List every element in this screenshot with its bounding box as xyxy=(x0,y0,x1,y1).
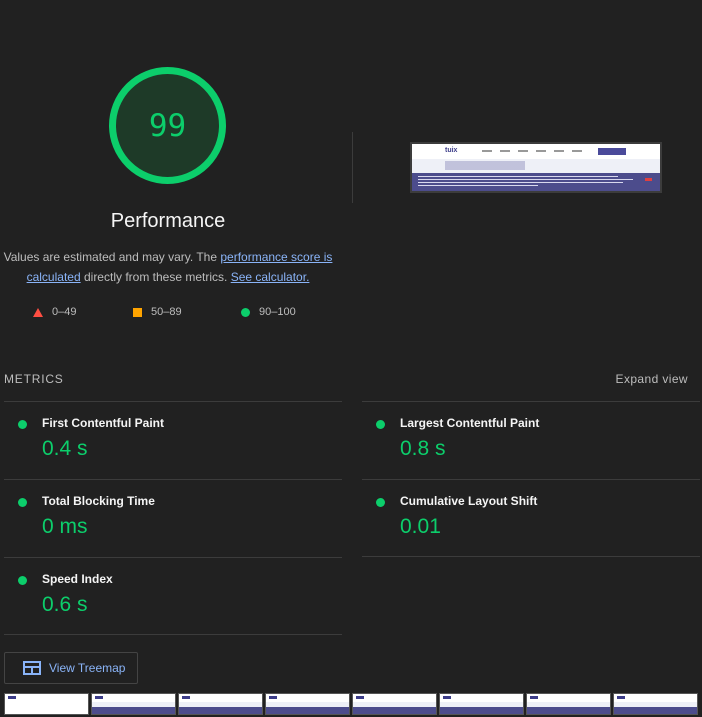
pass-circle-icon xyxy=(18,576,27,585)
description-middle: directly from these metrics. xyxy=(80,270,231,284)
metric-value: 0 ms xyxy=(42,515,88,538)
metric-label: Total Blocking Time xyxy=(42,494,155,508)
legend-average: 50–89 xyxy=(133,306,182,318)
filmstrip-frame[interactable] xyxy=(439,693,524,715)
metric-cls: Cumulative Layout Shift 0.01 xyxy=(362,479,700,556)
metric-value: 0.01 xyxy=(400,515,441,538)
legend-pass-label: 90–100 xyxy=(259,306,296,318)
expand-view-toggle[interactable]: Expand view xyxy=(616,372,688,386)
pass-circle-icon xyxy=(18,420,27,429)
metric-value: 0.8 s xyxy=(400,437,446,460)
pass-circle-icon xyxy=(376,420,385,429)
filmstrip-frame[interactable] xyxy=(352,693,437,715)
metric-label: Largest Contentful Paint xyxy=(400,416,540,430)
filmstrip xyxy=(4,693,702,715)
circle-icon xyxy=(241,307,250,317)
vertical-divider xyxy=(352,132,353,203)
legend-fail: 0–49 xyxy=(33,306,76,318)
triangle-icon xyxy=(33,307,43,317)
treemap-icon xyxy=(23,661,41,675)
screenshot-logo: tuix xyxy=(445,147,458,154)
screenshot-cookie-banner xyxy=(412,173,660,191)
filmstrip-frame[interactable] xyxy=(4,693,89,715)
metric-label: Cumulative Layout Shift xyxy=(400,494,538,508)
metric-lcp: Largest Contentful Paint 0.8 s xyxy=(362,401,700,478)
screenshot-hero xyxy=(412,159,660,173)
filmstrip-frame[interactable] xyxy=(91,693,176,715)
legend-pass: 90–100 xyxy=(241,306,296,318)
metric-label: Speed Index xyxy=(42,572,113,586)
legend-average-label: 50–89 xyxy=(151,306,182,318)
metric-tbt: Total Blocking Time 0 ms xyxy=(4,479,342,556)
metric-divider xyxy=(4,634,342,635)
metrics-header: METRICS xyxy=(4,372,64,386)
legend-fail-label: 0–49 xyxy=(52,306,77,318)
pass-circle-icon xyxy=(18,498,27,507)
filmstrip-frame[interactable] xyxy=(526,693,611,715)
score-description: Values are estimated and may vary. The p… xyxy=(0,247,336,287)
view-treemap-button[interactable]: View Treemap xyxy=(4,652,138,684)
final-screenshot[interactable]: tuix xyxy=(410,142,662,193)
metric-si: Speed Index 0.6 s xyxy=(4,557,342,634)
filmstrip-frame[interactable] xyxy=(265,693,350,715)
screenshot-cta xyxy=(598,148,626,155)
performance-score: 99 xyxy=(148,107,187,144)
metric-value: 0.4 s xyxy=(42,437,88,460)
metric-fcp: First Contentful Paint 0.4 s xyxy=(4,401,342,478)
metric-value: 0.6 s xyxy=(42,593,88,616)
performance-gauge: 99 xyxy=(107,65,228,186)
screenshot-links xyxy=(482,150,582,152)
screenshot-nav: tuix xyxy=(412,144,660,159)
description-prefix: Values are estimated and may vary. The xyxy=(3,250,221,264)
filmstrip-frame[interactable] xyxy=(178,693,263,715)
metric-label: First Contentful Paint xyxy=(42,416,164,430)
metric-divider xyxy=(362,556,700,557)
performance-title: Performance xyxy=(110,210,226,232)
pass-circle-icon xyxy=(376,498,385,507)
square-icon xyxy=(133,307,142,317)
view-treemap-label: View Treemap xyxy=(49,661,126,675)
see-calculator-link[interactable]: See calculator. xyxy=(231,270,310,284)
filmstrip-frame[interactable] xyxy=(613,693,698,715)
